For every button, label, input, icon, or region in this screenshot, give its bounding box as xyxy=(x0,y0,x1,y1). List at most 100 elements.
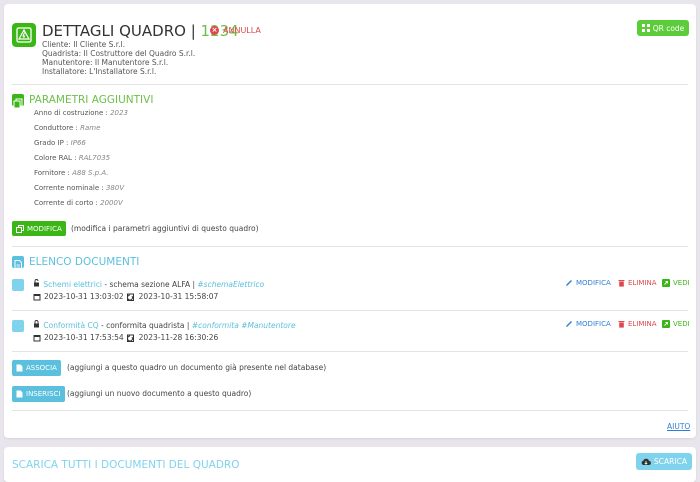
delete-document-button[interactable]: ELIMINA xyxy=(618,279,657,287)
calendar-icon xyxy=(33,334,41,341)
param-label: Fornitore : xyxy=(34,169,70,177)
help-link[interactable]: AIUTO xyxy=(667,422,690,431)
edit-params-button[interactable]: MODIFICA xyxy=(12,221,66,236)
view-document-label: VEDI xyxy=(673,320,690,328)
title-separator: | xyxy=(190,22,196,40)
view-document-label: VEDI xyxy=(673,279,690,287)
qr-code-label: QR code xyxy=(652,23,685,33)
view-document-button[interactable]: VEDI xyxy=(662,279,690,287)
edit-params-label: MODIFICA xyxy=(27,224,62,233)
external-link-icon xyxy=(662,320,670,328)
param-corrente-nominale: Corrente nominale : 380V xyxy=(34,184,124,192)
delete-document-label: ELIMINA xyxy=(628,279,657,287)
document-tags[interactable]: #schemaElettrico xyxy=(197,280,264,289)
param-label: Anno di costruzione : xyxy=(34,109,108,117)
cancel-label: ANNULLA xyxy=(223,26,261,35)
edit-params-hint: (modifica i parametri aggiuntivi di ques… xyxy=(71,224,259,233)
unlock-icon xyxy=(33,279,43,289)
param-label: Colore RAL : xyxy=(34,154,77,162)
document-checkbox[interactable] xyxy=(12,320,24,332)
info-quadrista: Quadrista: Il Costruttore del Quadro S.r… xyxy=(42,49,196,58)
document-link[interactable]: Schemi elettrici xyxy=(43,280,102,289)
refresh-calendar-icon xyxy=(126,293,134,301)
document-icon xyxy=(16,390,23,398)
param-value: IP66 xyxy=(70,139,86,147)
associate-button[interactable]: ASSOCIA xyxy=(12,360,61,376)
insert-hint: (aggiungi un nuovo documento a questo qu… xyxy=(67,389,252,398)
refresh-calendar-icon xyxy=(126,334,134,342)
document-link[interactable]: Conformità CQ xyxy=(43,321,98,330)
param-value: 2023 xyxy=(110,109,128,117)
qr-code-button[interactable]: QR code xyxy=(637,20,689,36)
divider xyxy=(12,410,688,411)
document-description: - conformita quadrista | xyxy=(98,321,192,330)
param-anno: Anno di costruzione : 2023 xyxy=(34,109,128,117)
documents-title: ELENCO DOCUMENTI xyxy=(29,256,140,268)
document-icon xyxy=(12,256,24,270)
copy-icon xyxy=(16,224,24,233)
divider xyxy=(12,246,688,247)
created-date: 2023-10-31 17:53:54 xyxy=(44,333,124,342)
divider xyxy=(12,84,688,85)
download-button[interactable]: SCARICA xyxy=(636,453,692,470)
param-grado-ip: Grado IP : IP66 xyxy=(34,139,86,147)
x-circle-icon: × xyxy=(210,26,219,35)
page-title-text: DETTAGLI QUADRO xyxy=(42,22,186,40)
view-document-button[interactable]: VEDI xyxy=(662,320,690,328)
quadro-details-card: DETTAGLI QUADRO | 1234 × ANNULLA Cliente… xyxy=(4,4,696,438)
insert-button[interactable]: INSERISCI xyxy=(12,386,65,402)
document-dates: 2023-10-31 13:03:02 2023-10-31 15:58:07 xyxy=(33,292,218,301)
document-description: - schema sezione ALFA | xyxy=(101,280,198,289)
param-value: RAL7035 xyxy=(78,154,111,162)
download-label: SCARICA xyxy=(654,457,687,466)
trash-icon xyxy=(618,321,625,328)
created-date: 2023-10-31 13:03:02 xyxy=(44,292,124,301)
delete-document-label: ELIMINA xyxy=(628,320,657,328)
document-checkbox[interactable] xyxy=(12,279,24,291)
param-value: 380V xyxy=(105,184,125,192)
info-manutentore: Manutentore: Il Manutentore S.r.l. xyxy=(42,58,169,67)
edit-document-label: MODIFICA xyxy=(576,320,611,328)
param-fornitore: Fornitore : A88 S.p.A. xyxy=(34,169,108,177)
divider xyxy=(12,351,688,352)
trash-icon xyxy=(618,280,625,287)
cloud-download-icon xyxy=(641,458,651,465)
param-label: Conduttore : xyxy=(34,124,78,132)
delete-document-button[interactable]: ELIMINA xyxy=(618,320,657,328)
copy-icon xyxy=(12,94,24,109)
qr-code-icon xyxy=(641,24,650,32)
edit-document-button[interactable]: MODIFICA xyxy=(565,320,611,328)
document-row-1: Schemi elettrici - schema sezione ALFA |… xyxy=(33,279,264,289)
param-conduttore: Conduttore : Rame xyxy=(34,124,100,132)
updated-date: 2023-11-28 16:30:26 xyxy=(138,333,219,342)
param-value: Rame xyxy=(80,124,101,132)
param-label: Corrente nominale : xyxy=(34,184,104,192)
params-title: PARAMETRI AGGIUNTIVI xyxy=(29,94,154,106)
info-cliente: Cliente: Il Cliente S.r.l. xyxy=(42,40,126,49)
param-label: Grado IP : xyxy=(34,139,69,147)
cancel-button[interactable]: × ANNULLA xyxy=(210,26,261,35)
divider xyxy=(12,310,688,311)
electrical-panel-icon xyxy=(12,23,36,47)
param-colore-ral: Colore RAL : RAL7035 xyxy=(34,154,110,162)
insert-label: INSERISCI xyxy=(26,390,61,398)
edit-document-button[interactable]: MODIFICA xyxy=(565,279,611,287)
param-label: Corrente di corto : xyxy=(34,199,98,207)
document-tags[interactable]: #conformita #Manutentore xyxy=(192,321,296,330)
edit-document-label: MODIFICA xyxy=(576,279,611,287)
download-all-card: SCARICA TUTTI I DOCUMENTI DEL QUADRO SCA… xyxy=(4,447,696,482)
updated-date: 2023-10-31 15:58:07 xyxy=(138,292,219,301)
document-row-2: Conformità CQ - conformita quadrista | #… xyxy=(33,320,296,330)
info-installatore: Installatore: L'Installatore S.r.l. xyxy=(42,67,157,76)
pencil-icon xyxy=(566,280,572,286)
associate-label: ASSOCIA xyxy=(26,364,57,372)
document-dates: 2023-10-31 17:53:54 2023-11-28 16:30:26 xyxy=(33,333,218,342)
lock-icon xyxy=(33,320,43,330)
param-value: 2000V xyxy=(100,199,123,207)
calendar-icon xyxy=(33,293,41,300)
document-icon xyxy=(16,364,23,372)
param-corrente-corto: Corrente di corto : 2000V xyxy=(34,199,123,207)
external-link-icon xyxy=(662,279,670,287)
download-all-title: SCARICA TUTTI I DOCUMENTI DEL QUADRO xyxy=(12,459,240,471)
param-value: A88 S.p.A. xyxy=(72,169,109,177)
